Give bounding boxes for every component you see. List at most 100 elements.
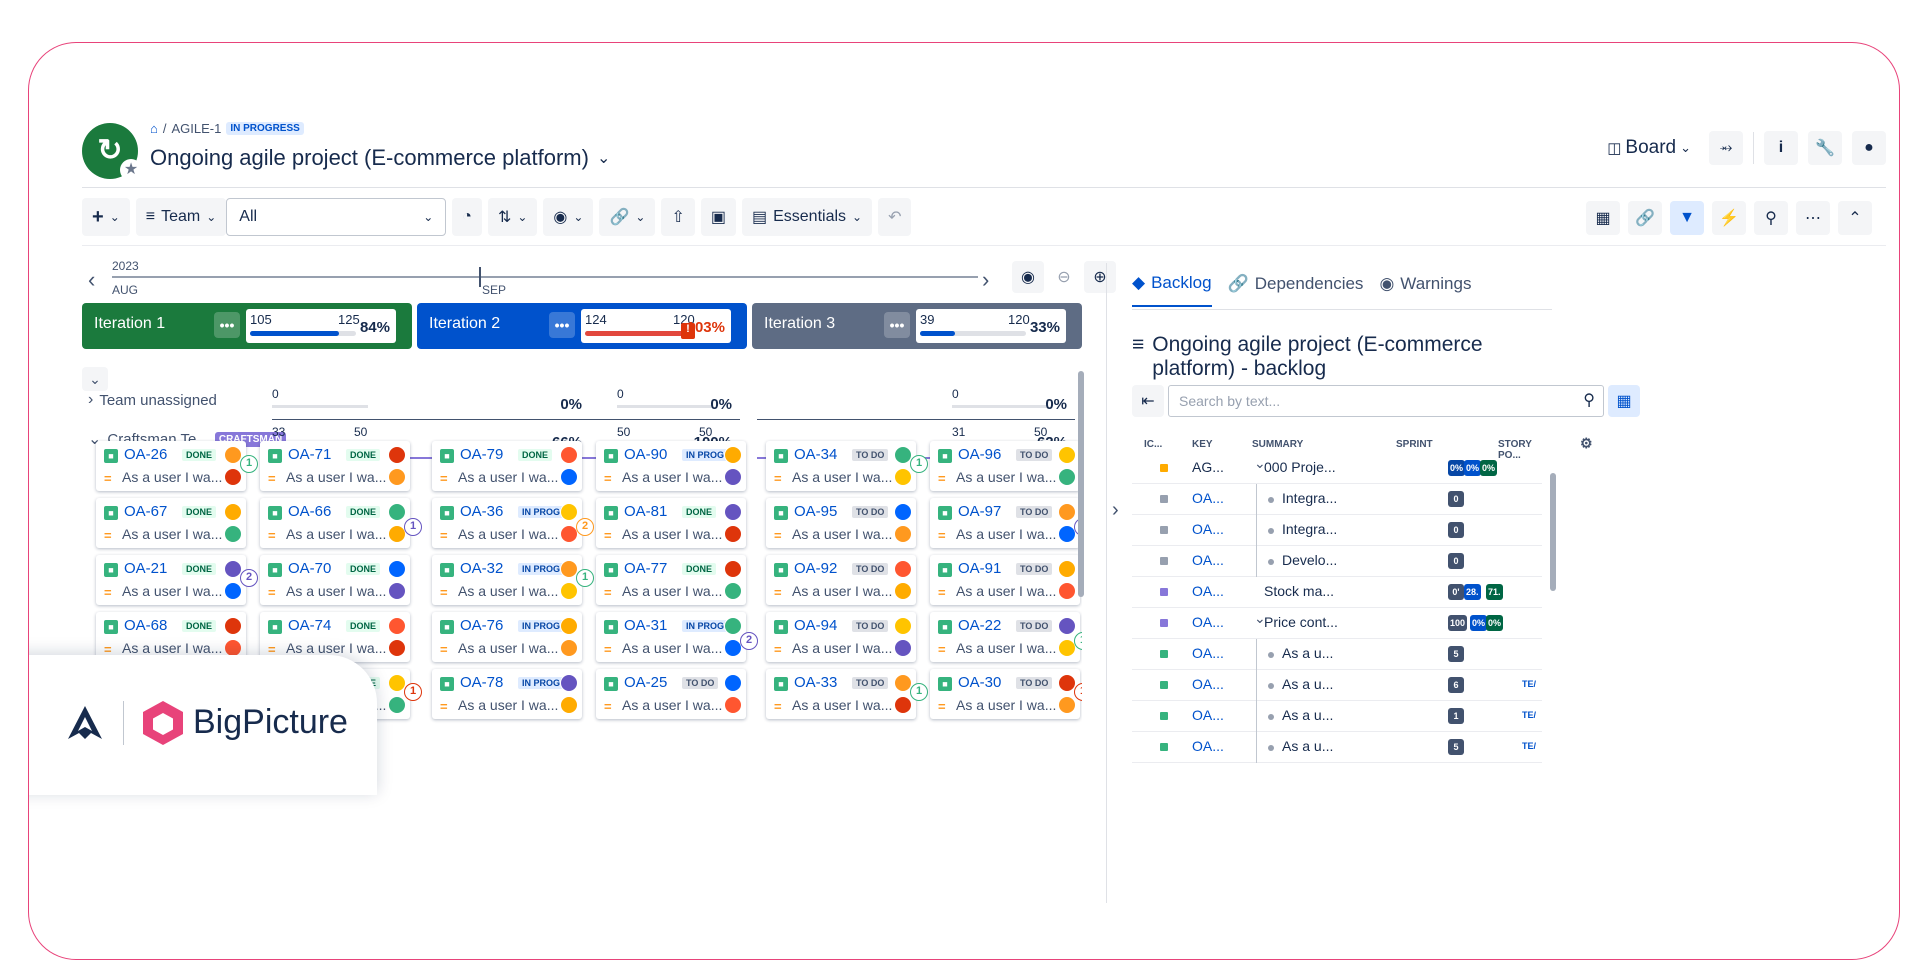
- issue-key[interactable]: OA-71: [288, 446, 331, 463]
- present-button[interactable]: ▣: [700, 198, 736, 236]
- share-button[interactable]: ⥇: [1709, 131, 1743, 165]
- issue-key[interactable]: OA-92: [794, 560, 837, 577]
- issue-key[interactable]: OA-81: [624, 503, 667, 520]
- issue-key[interactable]: OA-68: [124, 617, 167, 634]
- avatar[interactable]: [894, 503, 912, 521]
- issue-key[interactable]: AG...: [1192, 459, 1224, 475]
- search-input[interactable]: Search by text... ⚲: [1168, 385, 1604, 417]
- issue-card[interactable]: ■ OA-94 TO DO = As a user I wa...: [766, 612, 916, 662]
- chevron-right-icon[interactable]: ›: [88, 391, 93, 409]
- avatar[interactable]: [388, 639, 406, 657]
- tab-backlog[interactable]: ◆ Backlog: [1132, 273, 1212, 307]
- more-button[interactable]: ⋯: [1796, 201, 1830, 235]
- avatar[interactable]: [724, 696, 742, 714]
- issue-card[interactable]: ■ OA-95 TO DO = As a user I wa...: [766, 498, 916, 548]
- table-row[interactable]: OA... As a u... 5 TE/: [1132, 732, 1542, 763]
- avatar[interactable]: [560, 617, 578, 635]
- avatar[interactable]: [724, 525, 742, 543]
- avatar[interactable]: [560, 582, 578, 600]
- chart-button[interactable]: ◔: [452, 198, 482, 236]
- board-scrollbar[interactable]: [1078, 371, 1084, 597]
- issue-card[interactable]: ■OA-22TO DO=As a user I wa...1: [930, 612, 1082, 662]
- avatar[interactable]: [224, 468, 242, 486]
- chevron-left-icon[interactable]: ‹: [88, 267, 95, 293]
- avatar[interactable]: [894, 560, 912, 578]
- table-row[interactable]: OA... Integra... 0: [1132, 515, 1542, 546]
- collapse-toolbar-button[interactable]: ⌃: [1838, 201, 1872, 235]
- gear-icon[interactable]: ⚙: [1580, 435, 1593, 452]
- filter-button[interactable]: ▼: [1670, 201, 1704, 235]
- star-icon[interactable]: ★: [120, 159, 142, 181]
- essentials-selector[interactable]: ▤ Essentials ⌄: [741, 198, 873, 236]
- avatar[interactable]: [388, 696, 406, 714]
- table-row[interactable]: OA... Integra... 0: [1132, 484, 1542, 515]
- breadcrumb-key[interactable]: AGILE-1: [171, 121, 221, 136]
- search-button[interactable]: ⚲: [1754, 201, 1788, 235]
- avatar[interactable]: [724, 674, 742, 692]
- issue-card[interactable]: ■ OA-21 DONE = As a user I wa... 2: [96, 555, 258, 605]
- issue-key[interactable]: OA-95: [794, 503, 837, 520]
- avatar[interactable]: [894, 639, 912, 657]
- column-header[interactable]: IC...: [1144, 439, 1162, 450]
- avatar[interactable]: [224, 503, 242, 521]
- info-button[interactable]: i: [1764, 131, 1798, 165]
- settings-button[interactable]: 🔧: [1808, 131, 1842, 165]
- issue-key[interactable]: OA-70: [288, 560, 331, 577]
- issue-key[interactable]: OA-97: [958, 503, 1001, 520]
- issue-card[interactable]: ■ OA-92 TO DO = As a user I wa...: [766, 555, 916, 605]
- issue-key[interactable]: OA...: [1192, 645, 1224, 661]
- column-header[interactable]: SUMMARY: [1252, 439, 1303, 450]
- avatar[interactable]: [560, 503, 578, 521]
- issue-key[interactable]: OA-78: [460, 674, 503, 691]
- avatar[interactable]: [724, 560, 742, 578]
- table-row[interactable]: OA... As a u... 5: [1132, 639, 1542, 670]
- avatar[interactable]: [724, 468, 742, 486]
- avatar[interactable]: [724, 582, 742, 600]
- avatar[interactable]: [724, 617, 742, 635]
- dependencies-button[interactable]: 🔗: [1628, 201, 1662, 235]
- issue-card[interactable]: ■ OA-33 TO DO = As a user I wa... 1: [766, 669, 928, 719]
- avatar[interactable]: [1058, 503, 1076, 521]
- issue-key[interactable]: OA-21: [124, 560, 167, 577]
- collapse-tree-button[interactable]: ⇤: [1132, 385, 1164, 417]
- chevron-right-icon[interactable]: ›: [1112, 499, 1119, 522]
- issue-key[interactable]: OA...: [1192, 552, 1224, 568]
- team-selector[interactable]: ≡ Team ⌄: [135, 198, 227, 236]
- iteration-header[interactable]: Iteration 1 ••• 105 125 84%: [82, 303, 412, 349]
- issue-card[interactable]: ■ OA-77 DONE = As a user I wa...: [596, 555, 746, 605]
- issue-key[interactable]: OA-67: [124, 503, 167, 520]
- today-button[interactable]: ◉: [1012, 261, 1044, 293]
- avatar[interactable]: [560, 446, 578, 464]
- more-button[interactable]: •••: [549, 312, 575, 338]
- zoom-in-button[interactable]: ⊕: [1084, 261, 1116, 293]
- link-options-button[interactable]: 🔗 ⌄: [599, 198, 656, 236]
- issue-key[interactable]: OA-79: [460, 446, 503, 463]
- issue-card[interactable]: ■ OA-91 TO DO = As a user I wa...: [930, 555, 1080, 605]
- avatar[interactable]: [1058, 468, 1076, 486]
- issue-card[interactable]: ■OA-97TO DO=As a user I wa...1: [930, 498, 1082, 548]
- issue-key[interactable]: OA...: [1192, 707, 1224, 723]
- calendar-button[interactable]: ▦: [1586, 201, 1620, 235]
- user-button[interactable]: ●: [1852, 131, 1886, 165]
- issue-card[interactable]: ■ OA-67 DONE = As a user I wa...: [96, 498, 246, 548]
- more-button[interactable]: •••: [884, 312, 910, 338]
- table-row[interactable]: OA... As a u... 1 TE/: [1132, 701, 1542, 732]
- issue-key[interactable]: OA-74: [288, 617, 331, 634]
- table-row[interactable]: OA... As a u... 6 TE/: [1132, 670, 1542, 701]
- home-icon[interactable]: ⌂: [150, 121, 158, 136]
- issue-key[interactable]: OA-22: [958, 617, 1001, 634]
- table-row[interactable]: OA... ⌄ Price cont... 100 0% 0%: [1132, 608, 1542, 639]
- issue-card[interactable]: ■ OA-36 IN PROGR = As a user I wa... 2: [432, 498, 594, 548]
- issue-key[interactable]: OA-32: [460, 560, 503, 577]
- issue-key[interactable]: OA-26: [124, 446, 167, 463]
- avatar[interactable]: [724, 446, 742, 464]
- issue-key[interactable]: OA-33: [794, 674, 837, 691]
- avatar[interactable]: [224, 617, 242, 635]
- page-title[interactable]: Ongoing agile project (E-commerce platfo…: [150, 145, 610, 171]
- issue-key[interactable]: OA...: [1192, 583, 1224, 599]
- issue-card[interactable]: ■ OA-96 TO DO = As a user I wa...: [930, 441, 1080, 491]
- issue-key[interactable]: OA-91: [958, 560, 1001, 577]
- table-row[interactable]: OA... Stock ma... 0' 28. 71.: [1132, 577, 1542, 608]
- view-selector[interactable]: ◫ Board ⌄: [1607, 137, 1691, 159]
- avatar[interactable]: [388, 560, 406, 578]
